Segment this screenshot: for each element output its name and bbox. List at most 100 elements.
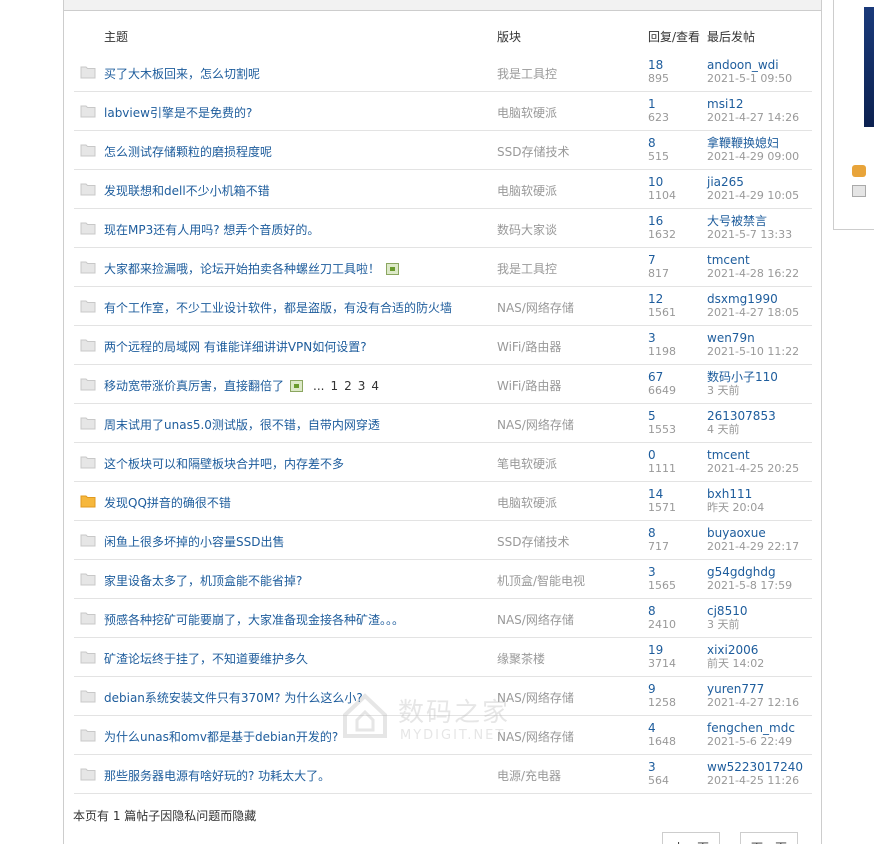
last-poster-link[interactable]: 261307853 [707,409,776,423]
next-page-button[interactable]: 下一页 [740,832,799,844]
folder-icon[interactable] [80,650,96,664]
reply-count[interactable]: 18 [648,58,663,72]
reply-count[interactable]: 4 [648,721,656,735]
last-poster-link[interactable]: xixi2006 [707,643,758,657]
last-poster-link[interactable]: wen79n [707,331,755,345]
folder-icon[interactable] [80,377,96,391]
last-poster-link[interactable]: 数码小子110 [707,370,778,384]
folder-icon[interactable] [80,611,96,625]
folder-icon[interactable] [80,299,96,313]
thread-forum-link[interactable]: 机顶盒/智能电视 [497,572,585,589]
thread-title-link[interactable]: 买了大木板回来，怎么切割呢 [104,67,260,81]
last-post-time[interactable]: 2021-4-25 20:25 [707,462,799,475]
thread-title-link[interactable]: 移动宽带涨价真厉害，直接翻倍了 [104,379,284,393]
page-link[interactable]: 4 [371,379,379,393]
thread-forum-link[interactable]: NAS/网络存储 [497,416,574,433]
reply-count[interactable]: 14 [648,487,663,501]
thread-title-link[interactable]: 矿渣论坛终于挂了，不知道要维护多久 [104,652,308,666]
thread-forum-link[interactable]: 电脑软硬派 [497,104,557,121]
page-link[interactable]: 3 [358,379,366,393]
thread-forum-link[interactable]: 电源/充电器 [497,767,561,784]
reply-count[interactable]: 3 [648,760,656,774]
reply-count[interactable]: 9 [648,682,656,696]
thread-title-link[interactable]: 发现联想和dell不少小机箱不错 [104,184,270,198]
last-poster-link[interactable]: andoon_wdi [707,58,779,72]
thread-forum-link[interactable]: WiFi/路由器 [497,338,561,355]
folder-icon[interactable] [80,455,96,469]
last-poster-link[interactable]: tmcent [707,253,750,267]
handshake-icon[interactable] [852,165,866,177]
page-link[interactable]: 2 [344,379,352,393]
thread-title-link[interactable]: 家里设备太多了，机顶盒能不能省掉? [104,574,302,588]
page-link[interactable]: 1 [330,379,338,393]
reply-count[interactable]: 8 [648,526,656,540]
thread-title-link[interactable]: labview引擎是不是免费的? [104,106,252,120]
thread-title-link[interactable]: 这个板块可以和隔壁板块合并吧，内存差不多 [104,457,344,471]
new-folder-icon[interactable] [80,494,96,508]
last-poster-link[interactable]: yuren777 [707,682,764,696]
last-post-time[interactable]: 2021-5-7 13:33 [707,228,792,241]
folder-icon[interactable] [80,728,96,742]
reply-count[interactable]: 12 [648,292,663,306]
thread-title-link[interactable]: 大家都来捡漏哦，论坛开始拍卖各种螺丝刀工具啦！ [104,262,380,276]
thread-title-link[interactable]: 为什么unas和omv都是基于debian开发的? [104,730,338,744]
thread-forum-link[interactable]: 我是工具控 [497,260,557,277]
last-post-time[interactable]: 2021-4-29 22:17 [707,540,799,553]
thread-title-link[interactable]: 周末试用了unas5.0测试版，很不错，自带内网穿透 [104,418,380,432]
folder-icon[interactable] [80,338,96,352]
folder-icon[interactable] [80,260,96,274]
thread-forum-link[interactable]: NAS/网络存储 [497,611,574,628]
thread-title-link[interactable]: 怎么测试存储颗粒的磨损程度呢 [104,145,272,159]
reply-count[interactable]: 3 [648,565,656,579]
last-poster-link[interactable]: ww5223017240 [707,760,803,774]
thread-forum-link[interactable]: SSD存储技术 [497,533,569,550]
last-post-time[interactable]: 2021-5-10 11:22 [707,345,799,358]
folder-icon[interactable] [80,689,96,703]
last-poster-link[interactable]: buyaoxue [707,526,766,540]
thread-title-link[interactable]: 那些服务器电源有啥好玩的? 功耗太大了。 [104,769,330,783]
thread-forum-link[interactable]: 笔电软硬派 [497,455,557,472]
thread-title-link[interactable]: 发现QQ拼音的确很不错 [104,496,231,510]
thread-title-link[interactable]: 预感各种挖矿可能要崩了，大家准备现金接各种矿渣。。。 [104,613,404,627]
last-post-time[interactable]: 2021-4-27 14:26 [707,111,799,124]
last-poster-link[interactable]: jia265 [707,175,744,189]
thread-forum-link[interactable]: NAS/网络存储 [497,728,574,745]
thread-forum-link[interactable]: NAS/网络存储 [497,689,574,706]
thread-forum-link[interactable]: 电脑软硬派 [497,182,557,199]
last-post-time[interactable]: 2021-4-28 16:22 [707,267,799,280]
last-post-time[interactable]: 2021-5-8 17:59 [707,579,792,592]
reply-count[interactable]: 8 [648,136,656,150]
thread-forum-link[interactable]: 数码大家谈 [497,221,557,238]
thread-title-link[interactable]: 闲鱼上很多坏掉的小容量SSD出售 [104,535,284,549]
last-post-time[interactable]: 2021-4-29 09:00 [707,150,799,163]
folder-icon[interactable] [80,221,96,235]
last-poster-link[interactable]: bxh111 [707,487,752,501]
last-poster-link[interactable]: fengchen_mdc [707,721,795,735]
reply-count[interactable]: 16 [648,214,663,228]
last-post-time[interactable]: 3 天前 [707,618,740,631]
thread-title-link[interactable]: 有个工作室，不少工业设计软件，都是盗版，有没有合适的防火墙 [104,301,452,315]
last-post-time[interactable]: 昨天 20:04 [707,501,764,514]
prev-page-button[interactable]: 上一页 [662,832,721,844]
reply-count[interactable]: 1 [648,97,656,111]
reply-count[interactable]: 19 [648,643,663,657]
reply-count[interactable]: 8 [648,604,656,618]
reply-count[interactable]: 5 [648,409,656,423]
last-poster-link[interactable]: dsxmg1990 [707,292,778,306]
last-post-time[interactable]: 2021-4-27 12:16 [707,696,799,709]
last-post-time[interactable]: 2021-5-6 22:49 [707,735,792,748]
thread-title-link[interactable]: debian系统安装文件只有370M? 为什么这么小? [104,691,363,705]
folder-icon[interactable] [80,182,96,196]
last-post-time[interactable]: 4 天前 [707,423,740,436]
reply-count[interactable]: 3 [648,331,656,345]
last-post-time[interactable]: 2021-4-25 11:26 [707,774,799,787]
folder-icon[interactable] [80,104,96,118]
folder-icon[interactable] [80,533,96,547]
reply-count[interactable]: 0 [648,448,656,462]
last-poster-link[interactable]: msi12 [707,97,744,111]
folder-icon[interactable] [80,572,96,586]
last-post-time[interactable]: 2021-5-1 09:50 [707,72,792,85]
last-poster-link[interactable]: 拿鞭鞭换媳妇 [707,136,779,150]
thread-forum-link[interactable]: 电脑软硬派 [497,494,557,511]
last-post-time[interactable]: 2021-4-29 10:05 [707,189,799,202]
